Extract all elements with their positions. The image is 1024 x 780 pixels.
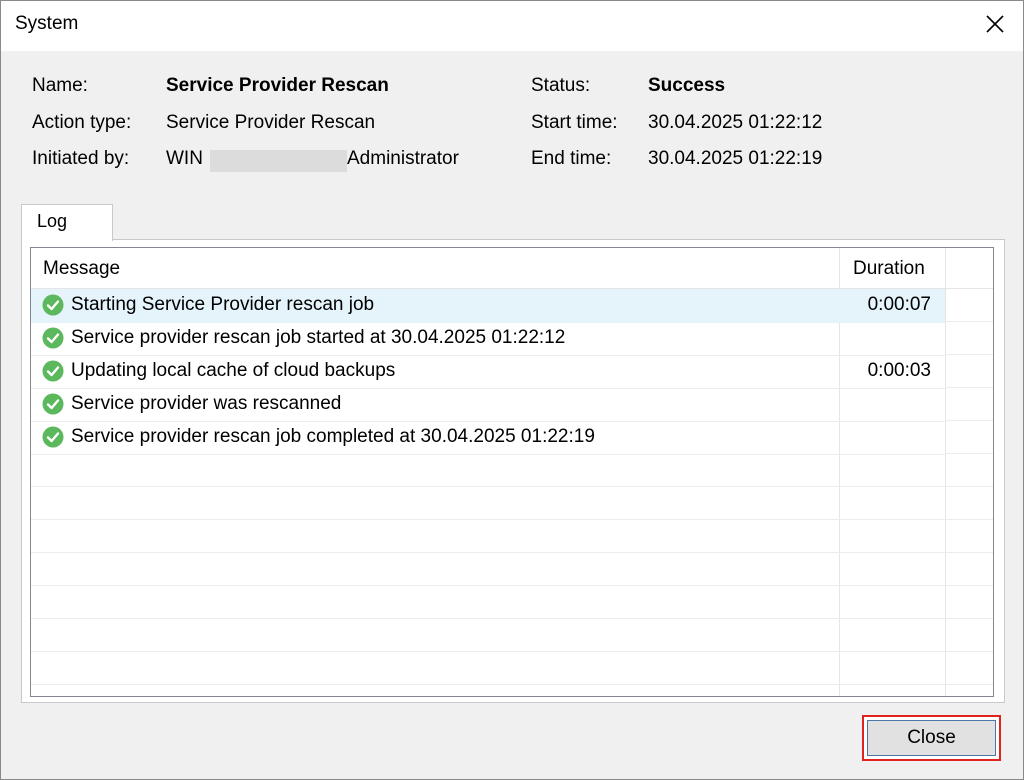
log-row[interactable]: Service provider rescan job started at 3… [31,322,945,356]
column-header-message[interactable]: Message [43,258,120,280]
start-time-value: 30.04.2025 01:22:12 [648,112,823,133]
tab-log[interactable]: Log [21,204,113,241]
grid-line [31,684,945,685]
status-value: Success [648,75,726,96]
grid-line [945,453,993,454]
column-header-duration[interactable]: Duration [853,258,925,280]
grid-line [31,585,945,586]
success-check-icon [42,360,64,382]
end-time-value: 30.04.2025 01:22:19 [648,148,823,169]
grid-line [945,486,993,487]
grid-line [945,387,993,388]
column-divider [945,248,946,696]
action-type-value: Service Provider Rescan [166,112,376,133]
title-bar: System [1,1,1023,51]
grid-line [31,519,945,520]
tab-log-label: Log [37,211,68,231]
name-value: Service Provider Rescan [166,75,389,96]
log-row[interactable]: Updating local cache of cloud backups 0:0… [31,355,945,389]
log-duration: 0:00:07 [867,294,931,315]
grid-line [31,552,945,553]
start-time-label: Start time: [531,112,618,133]
grid-line [945,651,993,652]
close-window-icon[interactable] [973,4,1017,44]
grid-line [31,618,945,619]
log-row[interactable]: Service provider was rescanned [31,388,945,422]
log-message: Service provider rescan job started at 3… [71,327,566,348]
success-check-icon [42,393,64,415]
grid-header: Message Duration [31,248,993,289]
log-duration: 0:00:03 [867,360,931,381]
log-row[interactable]: Service provider rescan job completed at… [31,421,945,455]
log-row[interactable]: Starting Service Provider rescan job 0:00… [31,289,945,323]
grid-line [31,651,945,652]
close-button-face[interactable]: Close [867,720,996,756]
end-time-label: End time: [531,148,612,169]
grid-line [945,321,993,322]
grid-line [945,420,993,421]
name-label: Name: [32,75,88,96]
success-check-icon [42,294,64,316]
grid-line [945,684,993,685]
success-check-icon [42,327,64,349]
window-title: System [15,13,79,34]
initiated-by-suffix: Administrator [347,148,459,169]
grid-line [945,585,993,586]
grid-line [31,486,945,487]
grid-line [945,519,993,520]
log-message: Starting Service Provider rescan job [71,294,375,315]
action-type-label: Action type: [32,112,132,133]
success-check-icon [42,426,64,448]
close-button[interactable]: Close [862,715,1001,761]
close-button-label: Close [907,727,956,748]
log-message: Service provider rescan job completed at… [71,426,595,447]
log-message: Updating local cache of cloud backups [71,360,396,381]
initiated-by-prefix: WIN [166,148,203,169]
grid-line [945,354,993,355]
initiated-by-label: Initiated by: [32,148,130,169]
dialog-window: System Name: Service Provider Rescan Act… [0,0,1024,780]
grid-line [945,618,993,619]
grid-line [945,552,993,553]
log-grid[interactable]: Message Duration Starting Service Provid… [30,247,994,697]
log-message: Service provider was rescanned [71,393,342,414]
redacted-text [210,150,347,172]
status-label: Status: [531,75,591,96]
